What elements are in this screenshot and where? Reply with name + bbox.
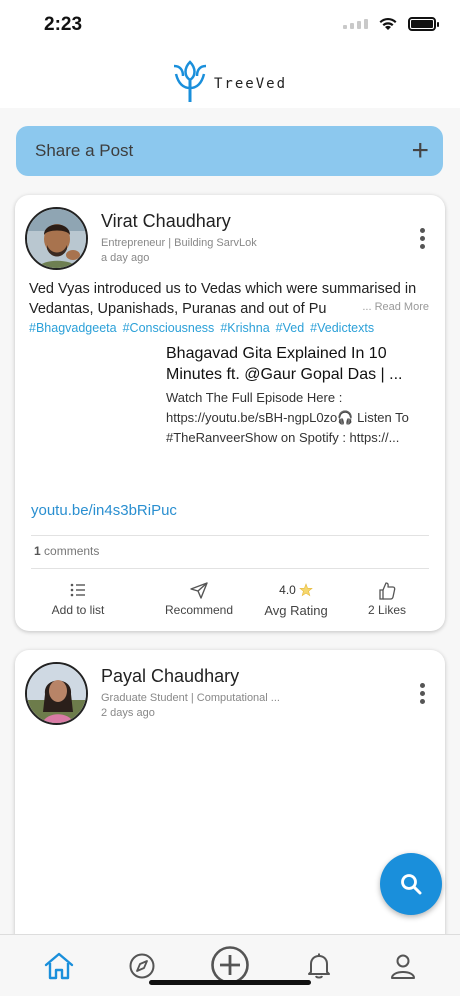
search-icon <box>401 874 422 895</box>
link-url[interactable]: youtu.be/in4s3bRiPuc <box>31 502 177 519</box>
link-preview-title[interactable]: Bhagavad Gita Explained In 10 Minutes ft… <box>166 343 434 385</box>
post-card: Payal Chaudhary Graduate Student | Compu… <box>15 650 445 950</box>
avatar[interactable] <box>25 662 88 725</box>
post-time: 2 days ago <box>101 707 155 719</box>
nav-profile[interactable] <box>386 949 420 983</box>
recommend-button[interactable]: Recommend <box>152 581 246 617</box>
likes-label: 2 Likes <box>368 603 406 617</box>
profile-icon <box>391 954 415 979</box>
likes-count: 2 <box>367 603 375 617</box>
thumbs-up-icon <box>379 582 396 600</box>
post-text: Ved Vyas introduced us to Vedas which we… <box>29 281 417 317</box>
nav-notifications[interactable] <box>302 949 336 983</box>
recommend-label: Recommend <box>164 603 234 617</box>
post-time: a day ago <box>101 252 150 264</box>
rating-number: 4.0 <box>279 583 296 597</box>
logo-text: TreeVed <box>214 76 288 92</box>
bottom-nav <box>0 934 460 996</box>
more-options-icon[interactable] <box>420 228 425 249</box>
likes-text: Likes <box>378 603 407 617</box>
author-headline: Entrepreneur | Building SarvLok <box>101 237 257 249</box>
wifi-icon <box>379 17 397 30</box>
link-preview-description: Watch The Full Episode Here : https://yo… <box>166 390 409 445</box>
hashtag-list: #Bhagvadgeeta #Consciousness #Krishna #V… <box>29 321 374 335</box>
author-name[interactable]: Payal Chaudhary <box>101 666 239 687</box>
comments-label: comments <box>44 544 100 558</box>
hashtag[interactable]: #Bhagvadgeeta <box>29 321 117 335</box>
avatar[interactable] <box>25 207 88 270</box>
home-indicator <box>149 980 311 985</box>
hashtag[interactable]: #Krishna <box>220 321 269 335</box>
hashtag[interactable]: #Vedictexts <box>310 321 374 335</box>
send-icon <box>190 582 208 599</box>
list-icon <box>70 583 85 597</box>
nav-create[interactable] <box>210 945 250 985</box>
post-card: Virat Chaudhary Entrepreneur | Building … <box>15 195 445 631</box>
avg-rating-label: Avg Rating <box>264 603 328 618</box>
read-more-link[interactable]: ... Read More <box>360 301 429 313</box>
search-fab-button[interactable] <box>380 853 442 915</box>
star-icon <box>299 583 313 597</box>
divider <box>31 568 429 569</box>
author-name[interactable]: Virat Chaudhary <box>101 211 231 232</box>
post-actions: Add to list Recommend 4.0 Avg Rating 2 L… <box>31 581 429 625</box>
more-options-icon[interactable] <box>420 683 425 704</box>
add-to-list-button[interactable]: Add to list <box>31 581 125 617</box>
home-icon <box>44 952 74 980</box>
status-time: 2:23 <box>44 14 83 35</box>
compass-icon <box>129 953 155 979</box>
treeved-logo[interactable]: TreeVed <box>170 58 287 102</box>
like-button[interactable]: 2 Likes <box>347 581 427 617</box>
battery-icon <box>408 16 439 31</box>
status-icons <box>343 16 439 31</box>
share-post-label: Share a Post <box>35 141 134 160</box>
avg-rating-button[interactable]: 4.0 Avg Rating <box>251 581 341 618</box>
nav-home[interactable] <box>42 949 76 983</box>
hashtag[interactable]: #Consciousness <box>123 321 215 335</box>
plus-icon: + <box>411 134 429 167</box>
app-header: TreeVed <box>0 52 460 108</box>
rating-value: 4.0 <box>279 581 313 599</box>
author-headline: Graduate Student | Computational ... <box>101 692 280 704</box>
status-bar: 2:23 <box>0 0 460 52</box>
signal-icon <box>343 18 368 29</box>
bell-icon <box>308 953 330 979</box>
comments-number: 1 <box>34 544 41 558</box>
add-to-list-label: Add to list <box>51 603 105 617</box>
comments-count[interactable]: 1 comments <box>34 544 99 558</box>
tree-logo-icon <box>173 60 207 102</box>
divider <box>31 535 429 536</box>
nav-explore[interactable] <box>125 949 159 983</box>
hashtag[interactable]: #Ved <box>276 321 305 335</box>
share-post-button[interactable]: Share a Post + <box>16 126 443 176</box>
add-circle-icon <box>211 946 249 984</box>
